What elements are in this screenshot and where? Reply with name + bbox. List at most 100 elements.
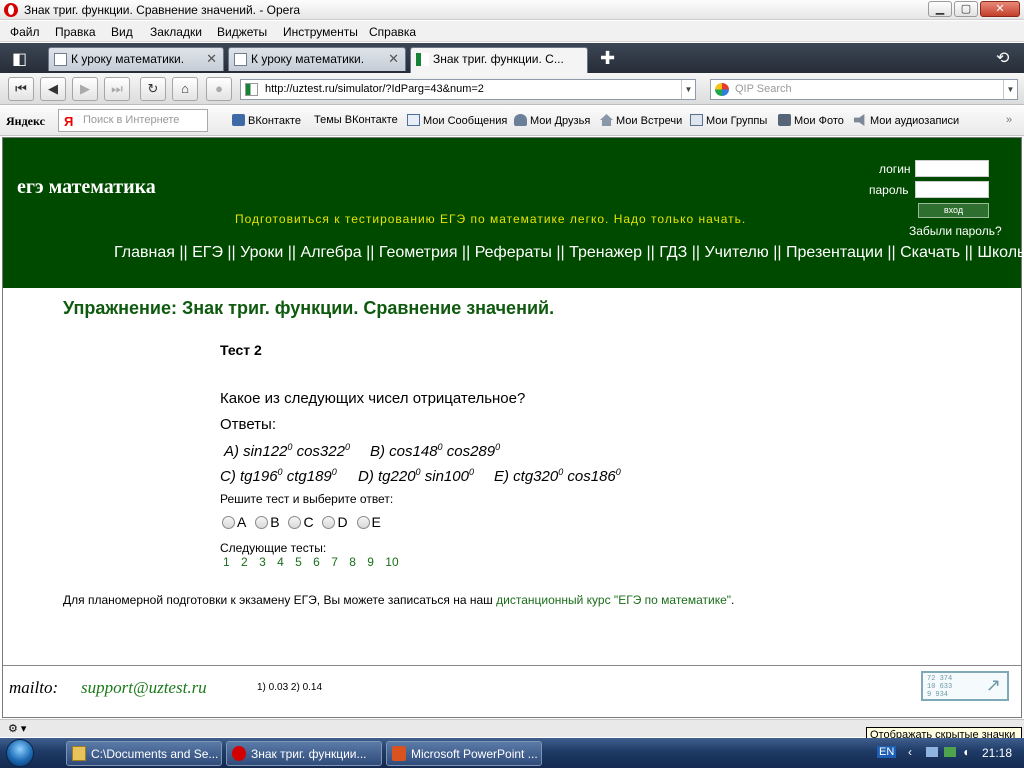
bookmark-groups[interactable]: Мои Группы xyxy=(690,114,767,127)
security-icon[interactable]: ● xyxy=(206,77,232,101)
option-b: B) cos1480 cos2890 xyxy=(370,442,501,460)
test-link[interactable]: 5 xyxy=(295,555,302,569)
search-dropdown-icon[interactable]: ▼ xyxy=(1003,80,1017,99)
radio-a-label: A xyxy=(237,514,247,530)
maximize-button[interactable]: ▢ xyxy=(954,1,978,17)
promo-text: Для планомерной подготовки к экзамену ЕГ… xyxy=(63,593,734,607)
test-link[interactable]: 6 xyxy=(313,555,320,569)
start-button[interactable] xyxy=(2,738,46,768)
test-link[interactable]: 8 xyxy=(349,555,356,569)
bookmark-audio[interactable]: Мои аудиозаписи xyxy=(854,114,959,127)
test-link[interactable]: 4 xyxy=(277,555,284,569)
question-text: Какое из следующих чисел отрицательное? xyxy=(220,390,526,407)
test-link[interactable]: 2 xyxy=(241,555,248,569)
bookmark-meetings[interactable]: Мои Встречи xyxy=(600,114,682,127)
radio-a[interactable] xyxy=(222,516,235,529)
close-tab-icon[interactable]: ✕ xyxy=(388,51,399,67)
login-button[interactable]: вход xyxy=(918,203,989,218)
bookmark-friends[interactable]: Мои Друзья xyxy=(514,114,590,127)
bookmark-photos[interactable]: Мои Фото xyxy=(778,114,844,127)
test-link[interactable]: 7 xyxy=(331,555,338,569)
network-icon[interactable] xyxy=(926,747,938,757)
menu-widgets[interactable]: Виджеты xyxy=(217,25,267,39)
address-field[interactable]: http://uztest.ru/simulator/?IdParg=43&nu… xyxy=(240,79,696,100)
password-input[interactable] xyxy=(915,181,989,198)
search-field[interactable]: QIP Search ▼ xyxy=(710,79,1018,100)
option-a: A) sin1220 cos3220 xyxy=(224,442,350,460)
new-tab-icon[interactable]: ✚ xyxy=(600,48,615,69)
tab-lesson-1[interactable]: К уроку математики. ✕ xyxy=(48,47,224,71)
test-link[interactable]: 1 xyxy=(223,555,230,569)
menu-help[interactable]: Справка xyxy=(369,25,416,39)
qip-search-icon xyxy=(715,83,729,96)
menu-view[interactable]: Вид xyxy=(111,25,133,39)
web-page: егэ математика Подготовиться к тестирова… xyxy=(2,137,1024,718)
windows-logo-icon xyxy=(6,739,34,767)
menu-file[interactable]: Файл xyxy=(10,25,40,39)
test-link[interactable]: 10 xyxy=(385,555,398,569)
bookmarks-bar: Яндекс Я Поиск в Интернете ВКонтакте Тем… xyxy=(0,106,1024,136)
site-title[interactable]: егэ математика xyxy=(17,176,156,199)
radio-b[interactable] xyxy=(255,516,269,529)
radio-c-label: C xyxy=(303,514,314,530)
task-powerpoint[interactable]: Microsoft PowerPoint ... xyxy=(386,741,542,766)
next-tests-label: Следующие тесты: xyxy=(220,541,327,555)
task-explorer[interactable]: C:\Documents and Se... xyxy=(66,741,222,766)
folder-icon xyxy=(72,746,86,761)
home-icon[interactable]: ⌂ xyxy=(172,77,198,101)
test-link[interactable]: 9 xyxy=(367,555,374,569)
forward-icon[interactable]: ▶ xyxy=(72,77,98,101)
address-dropdown-icon[interactable]: ▼ xyxy=(681,80,695,99)
radio-d[interactable] xyxy=(322,516,336,529)
camera-icon xyxy=(778,114,791,126)
menu-bookmarks[interactable]: Закладки xyxy=(150,25,202,39)
radio-e[interactable] xyxy=(356,516,370,529)
language-indicator[interactable]: EN xyxy=(877,746,897,758)
login-label: логин xyxy=(879,162,911,176)
yandex-logo[interactable]: Яндекс xyxy=(6,114,45,129)
promo-end: . xyxy=(731,593,735,607)
site-tagline: Подготовиться к тестированию ЕГЭ по мате… xyxy=(235,212,747,226)
login-input[interactable] xyxy=(915,160,989,177)
task-opera[interactable]: Знак триг. функции... xyxy=(226,741,382,766)
bookmarks-overflow-icon[interactable]: » xyxy=(1006,114,1012,126)
yandex-search-input[interactable]: Я Поиск в Интернете xyxy=(58,109,208,132)
fast-forward-icon[interactable]: ⏭ xyxy=(104,77,130,101)
tab-current[interactable]: Знак триг. функции. С... xyxy=(410,47,588,73)
site-navigation[interactable]: Главная || ЕГЭ || Уроки || Алгебра || Ге… xyxy=(114,244,1024,262)
reload-icon[interactable]: ↻ xyxy=(140,77,166,101)
envelope-icon xyxy=(407,114,420,126)
bookmark-vkontakte[interactable]: ВКонтакте xyxy=(232,114,301,127)
back-icon[interactable]: ◀ xyxy=(40,77,66,101)
title-bar: Знак триг. функции. Сравнение значений. … xyxy=(0,0,1024,20)
visit-counter[interactable]: 72 374 10 633 9 934 ↗ xyxy=(921,671,1009,701)
tab-lesson-2[interactable]: К уроку математики. ✕ xyxy=(228,47,406,71)
clock[interactable]: 21:18 xyxy=(982,746,1012,760)
radio-b-label: B xyxy=(270,514,280,530)
close-button[interactable]: ✕ xyxy=(980,1,1020,17)
system-tray: EN ‹ ◖ 21:18 xyxy=(872,738,1024,768)
volume-icon[interactable]: ◖ xyxy=(962,745,969,759)
minimize-button[interactable]: ▁ xyxy=(928,1,952,17)
option-c: C) tg1960 ctg1890 xyxy=(220,467,337,485)
test-link[interactable]: 3 xyxy=(259,555,266,569)
tray-expand-icon[interactable]: ‹ xyxy=(908,745,912,759)
menu-tools[interactable]: Инструменты xyxy=(283,25,358,39)
panels-toggle-icon[interactable]: ◧ xyxy=(12,49,27,69)
rewind-icon[interactable]: ⏮ xyxy=(8,77,34,101)
close-tab-icon[interactable]: ✕ xyxy=(206,51,217,67)
bookmark-vk-topics[interactable]: Темы ВКонтакте xyxy=(314,114,398,126)
groups-icon xyxy=(690,114,703,126)
closed-tabs-icon[interactable]: ⟲ xyxy=(996,48,1009,68)
menu-edit[interactable]: Правка xyxy=(55,25,96,39)
tab-label: К уроку математики. xyxy=(251,52,365,66)
url-text: http://uztest.ru/simulator/?IdParg=43&nu… xyxy=(265,83,484,95)
bookmark-messages[interactable]: Мои Сообщения xyxy=(407,114,507,127)
support-email-link[interactable]: support@uztest.ru xyxy=(81,678,207,698)
vk-icon xyxy=(232,114,245,126)
speed-dial-icon[interactable]: ⚙ ▾ xyxy=(8,722,26,735)
course-link[interactable]: дистанционный курс "ЕГЭ по математике" xyxy=(496,593,731,607)
forgot-password-link[interactable]: Забыли пароль? xyxy=(909,224,1002,238)
radio-c[interactable] xyxy=(288,516,302,529)
safe-remove-icon[interactable] xyxy=(944,747,956,757)
